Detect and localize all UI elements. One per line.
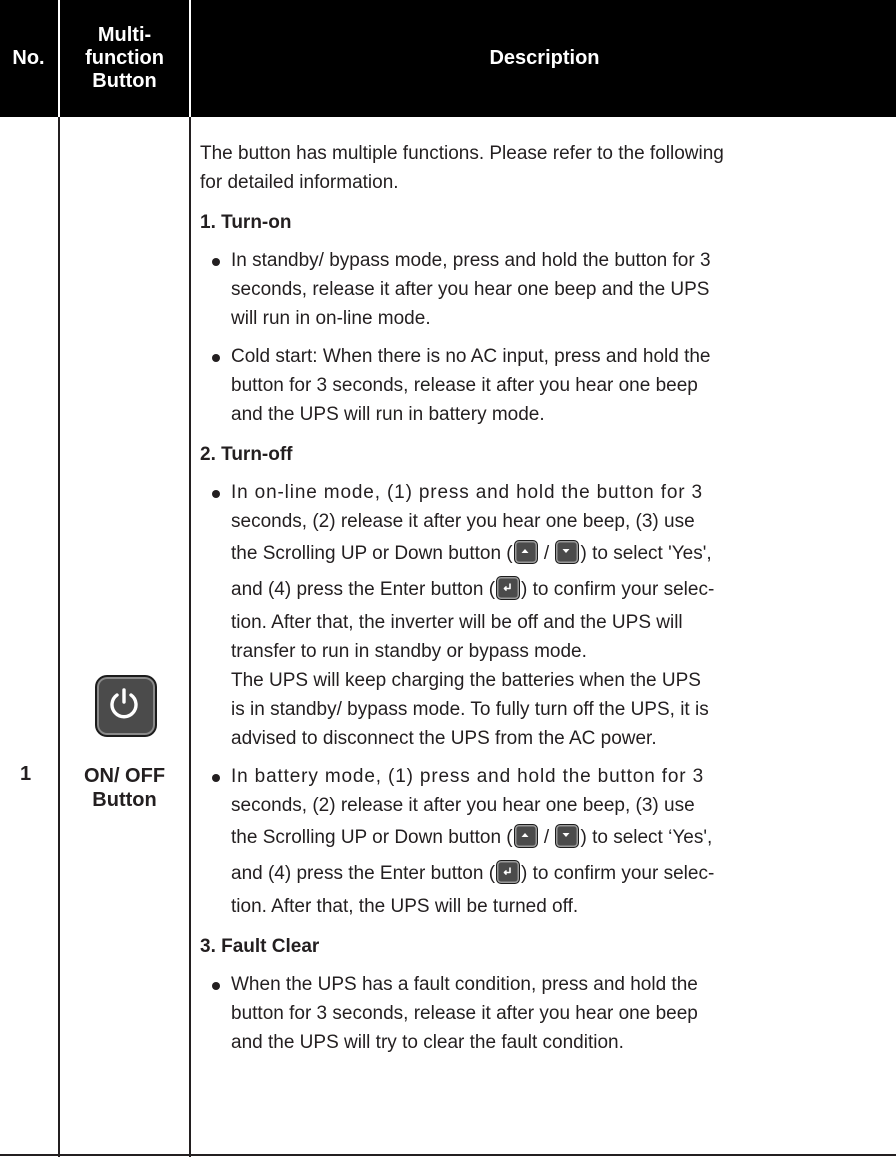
- button-name: ON/ OFF Button: [62, 764, 187, 812]
- section-heading-turn-on: 1. Turn-on: [200, 212, 292, 233]
- bullet-icon: [212, 774, 220, 782]
- intro-paragraph: The button has multiple functions. Pleas…: [200, 143, 724, 193]
- button-name-line: Button: [92, 789, 157, 811]
- header-divider: [189, 0, 191, 117]
- bullet-item: Cold start: When there is no AC input, p…: [200, 342, 882, 429]
- scroll-up-icon: [513, 540, 538, 564]
- header-mf-line: function: [85, 47, 164, 69]
- enter-icon: [496, 860, 521, 884]
- bullet-icon: [212, 258, 220, 266]
- section-heading-fault-clear: 3. Fault Clear: [200, 936, 320, 957]
- header-multifunction-button: Multi- function Button: [62, 0, 187, 117]
- bullet-item: In on-line mode, (1) press and hold the …: [200, 478, 882, 666]
- bullet-icon: [212, 490, 220, 498]
- bullet-item: In standby/ bypass mode, press and hold …: [200, 246, 882, 333]
- description-cell: The button has multiple functions. Pleas…: [200, 139, 882, 1057]
- power-button-image: [95, 675, 157, 737]
- button-name-line: ON/ OFF: [83, 765, 166, 787]
- turn-off-note: The UPS will keep charging the batteries…: [231, 670, 709, 749]
- bullet-item: When the UPS has a fault condition, pres…: [200, 970, 882, 1057]
- scroll-down-icon: [555, 540, 580, 564]
- header-no: No.: [12, 47, 45, 69]
- header-mf-line: Multi-: [97, 24, 152, 46]
- scroll-down-icon: [555, 824, 580, 848]
- bullet-icon: [212, 354, 220, 362]
- table-header: No. Multi- function Button Description: [0, 0, 896, 117]
- scroll-up-icon: [513, 824, 538, 848]
- section-heading-turn-off: 2. Turn-off: [200, 444, 293, 465]
- row-bottom-border: [0, 1154, 896, 1156]
- enter-icon: [496, 576, 521, 600]
- bullet-icon: [212, 982, 220, 990]
- row-number: 1: [20, 763, 32, 785]
- header-mf-line: Button: [92, 70, 157, 92]
- column-divider: [58, 117, 60, 1157]
- header-divider: [58, 0, 60, 117]
- bullet-item: In battery mode, (1) press and hold the …: [200, 762, 882, 921]
- column-divider: [189, 117, 191, 1157]
- header-description: Description: [489, 47, 600, 69]
